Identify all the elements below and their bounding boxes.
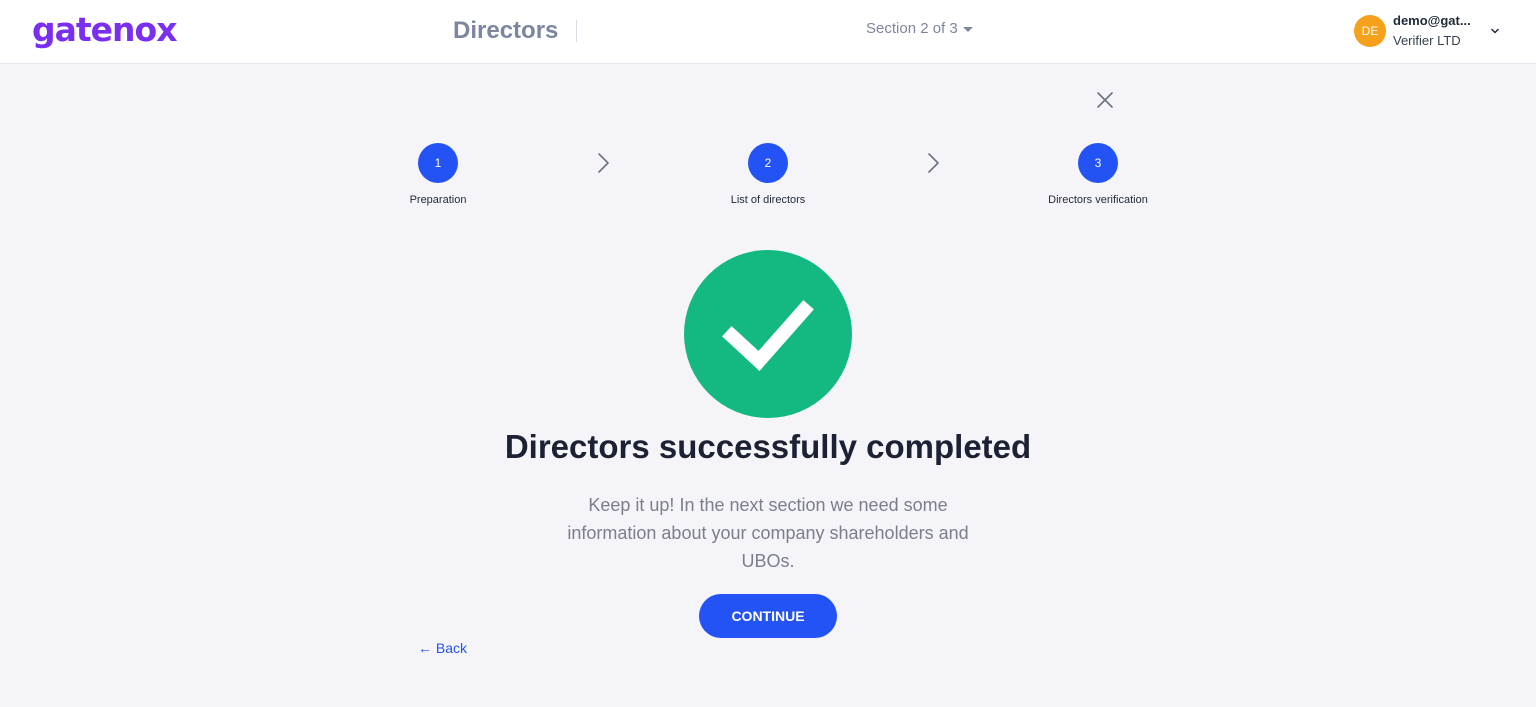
step-label: List of directors <box>730 194 806 206</box>
step-preparation: 1 Preparation <box>358 143 518 206</box>
back-label: Back <box>435 640 468 656</box>
header-divider <box>576 20 577 42</box>
page-title: Directors <box>453 17 559 44</box>
gatenox-logo[interactable]: gatenox <box>32 10 177 49</box>
section-selector[interactable]: Section 2 of 3 <box>866 20 973 37</box>
checkmark-icon <box>722 300 814 372</box>
continue-button[interactable]: CONTINUE <box>699 594 837 638</box>
user-email: demo@gat... <box>1393 13 1471 28</box>
step-directors-verification: 3 Directors verification <box>1018 143 1178 206</box>
back-link[interactable]: ← Back <box>418 640 467 656</box>
step-number: 3 <box>1078 143 1118 183</box>
chevron-down-icon[interactable] <box>1488 24 1502 38</box>
step-list-of-directors: 2 List of directors <box>688 143 848 206</box>
section-selector-label: Section 2 of 3 <box>866 20 958 37</box>
top-header: gatenox Directors Section 2 of 3 DE demo… <box>0 0 1536 64</box>
step-label: Preparation <box>409 194 467 206</box>
chevron-right-icon <box>928 153 939 173</box>
step-number: 1 <box>418 143 458 183</box>
success-headline: Directors successfully completed <box>504 428 1032 465</box>
success-description: Keep it up! In the next section we need … <box>567 495 969 571</box>
step-label: Directors verification <box>1048 194 1148 206</box>
chevron-right-icon <box>598 153 609 173</box>
arrow-left-icon: ← <box>418 640 432 656</box>
user-avatar[interactable]: DE <box>1354 15 1386 47</box>
success-badge <box>684 250 852 418</box>
step-number: 2 <box>748 143 788 183</box>
close-icon[interactable] <box>1095 90 1115 110</box>
user-organization: Verifier LTD <box>1393 33 1461 48</box>
caret-down-icon <box>962 27 973 32</box>
